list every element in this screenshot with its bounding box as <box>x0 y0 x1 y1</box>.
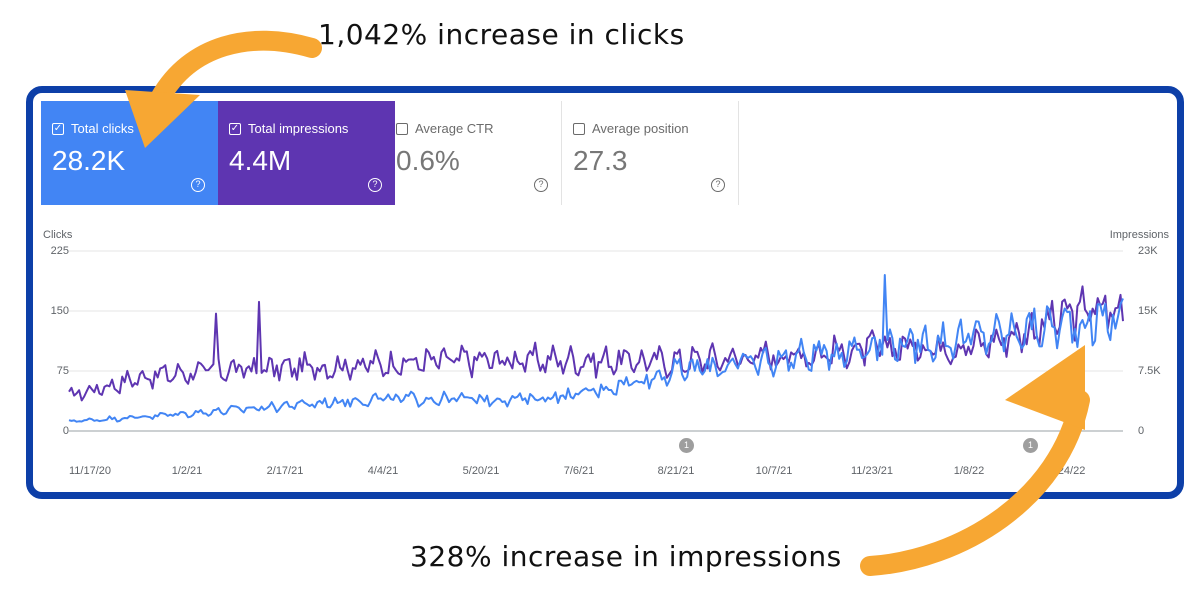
x-tick: 8/21/21 <box>657 465 695 477</box>
search-console-performance-panel: ✓ Total clicks 28.2K ? ✓ Total impressio… <box>26 86 1184 499</box>
x-tick: 2/17/21 <box>266 465 304 477</box>
x-tick: 4/4/21 <box>367 465 399 477</box>
performance-line-chart <box>68 250 1124 432</box>
x-tick: 2/24/22 <box>1048 465 1086 477</box>
annotation-clicks-increase: 1,042% increase in clicks <box>318 18 685 51</box>
x-tick: 7/6/21 <box>563 465 595 477</box>
series-line-impressions <box>68 285 1124 402</box>
annotation-marker-icon[interactable]: 1 <box>1023 438 1038 453</box>
x-tick: 5/20/21 <box>462 465 500 477</box>
x-tick: 10/7/21 <box>755 465 793 477</box>
x-tick: 11/23/21 <box>850 465 893 477</box>
x-tick: 1/2/21 <box>171 465 203 477</box>
x-tick: 11/17/20 <box>68 465 111 477</box>
x-tick: 1/8/22 <box>953 465 985 477</box>
annotation-marker-icon[interactable]: 1 <box>679 438 694 453</box>
annotation-impressions-increase: 328% increase in impressions <box>410 540 842 573</box>
